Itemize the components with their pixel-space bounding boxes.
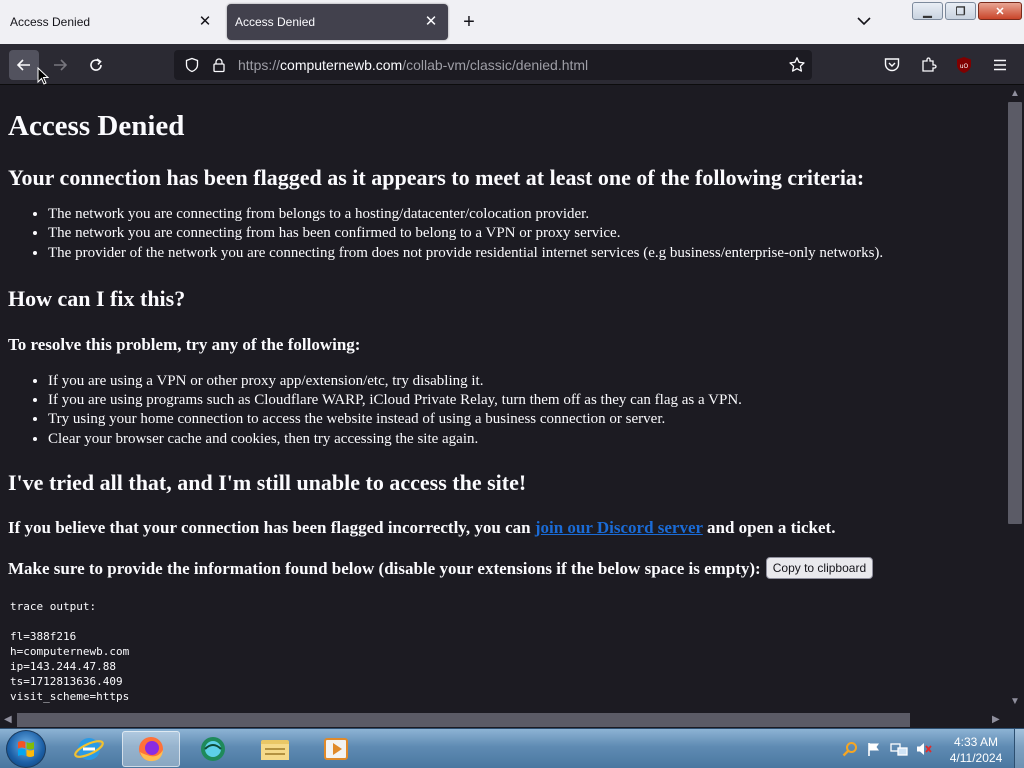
media-player-icon <box>324 738 348 760</box>
trace-line: ts=1712813636.409 <box>10 675 123 689</box>
tab-strip: Access Denied ✕ Access Denied ✕ + ▁ ❐ ✕ <box>0 0 1024 44</box>
list-item: Clear your browser cache and cookies, th… <box>48 430 998 449</box>
menu-hamburger-icon[interactable] <box>990 55 1010 75</box>
trace-label: trace output: <box>10 600 97 614</box>
list-item: If you are using programs such as Cloudf… <box>48 391 998 410</box>
firefox-icon <box>139 737 163 762</box>
vertical-scroll-thumb[interactable] <box>1008 102 1022 524</box>
scroll-up-arrow-icon[interactable]: ▲ <box>1010 88 1020 99</box>
list-all-tabs-button[interactable] <box>853 10 875 32</box>
list-item: The network you are connecting from has … <box>48 224 998 243</box>
tab-title: Access Denied <box>10 15 91 29</box>
restore-button[interactable]: ❐ <box>945 2 976 20</box>
clock-time: 4:33 AM <box>953 735 999 749</box>
tab-access-denied-2[interactable]: Access Denied ✕ <box>227 4 448 40</box>
trace-line: fl=388f216 <box>10 630 77 644</box>
list-item: The network you are connecting from belo… <box>48 205 998 224</box>
tab-access-denied-1[interactable]: Access Denied ✕ <box>0 4 222 40</box>
search-tray-icon[interactable] <box>842 741 858 757</box>
url-host: computernewb.com <box>280 57 403 73</box>
close-tab-icon[interactable]: ✕ <box>422 13 440 31</box>
horizontal-scroll-thumb[interactable] <box>17 713 910 727</box>
horizontal-scrollbar[interactable]: ◀ ▶ <box>0 712 1006 728</box>
lock-icon[interactable] <box>211 57 227 78</box>
restore-icon: ❐ <box>955 5 966 18</box>
page-content: Access Denied Your connection has been f… <box>0 86 1006 712</box>
taskbar: 4:33 AM 4/11/2024 <box>0 728 1024 768</box>
address-bar[interactable]: https://computernewb.com/collab-vm/class… <box>174 50 812 80</box>
taskbar-file-explorer[interactable] <box>246 731 304 767</box>
taskbar-firefox[interactable] <box>122 731 180 767</box>
arrow-left-icon <box>16 59 30 71</box>
url-scheme: https:// <box>238 57 281 73</box>
windows-logo-icon <box>18 741 34 757</box>
forward-button[interactable] <box>45 50 75 80</box>
trace-line: visit_scheme=https <box>10 690 130 704</box>
volume-muted-icon[interactable] <box>915 741 933 757</box>
criteria-list: The network you are connecting from belo… <box>8 205 998 263</box>
show-desktop-button[interactable] <box>1014 729 1024 768</box>
new-tab-button[interactable]: + <box>457 10 481 34</box>
taskbar-internet-explorer[interactable] <box>60 731 118 767</box>
close-window-button[interactable]: ✕ <box>978 2 1022 20</box>
close-icon: ✕ <box>995 5 1005 18</box>
taskbar-messenger[interactable] <box>184 731 242 767</box>
vertical-scrollbar[interactable]: ▲ ▼ <box>1006 86 1024 712</box>
url-path: /collab-vm/classic/denied.html <box>402 57 589 73</box>
svg-text:uO: uO <box>960 63 969 70</box>
flagged-heading: Your connection has been flagged as it a… <box>8 165 865 190</box>
incorrect-flag-text: If you believe that your connection has … <box>8 517 998 538</box>
window-controls: ▁ ❐ ✕ <box>912 2 1022 20</box>
minimize-button[interactable]: ▁ <box>912 2 943 20</box>
reload-button[interactable] <box>81 50 111 80</box>
mouse-cursor-icon <box>37 67 49 85</box>
system-clock[interactable]: 4:33 AM 4/11/2024 <box>940 734 1012 766</box>
pocket-icon[interactable] <box>882 55 902 75</box>
page-title: Access Denied <box>8 110 185 142</box>
minimize-icon: ▁ <box>923 5 932 18</box>
trace-line: h=computernewb.com <box>10 645 130 659</box>
network-tray-icon[interactable] <box>890 741 908 757</box>
scroll-down-arrow-icon[interactable]: ▼ <box>1010 696 1020 707</box>
trace-output: trace output: fl=388f216 h=computernewb.… <box>10 599 998 704</box>
clock-date: 4/11/2024 <box>949 751 1003 765</box>
folder-icon <box>261 740 289 760</box>
discord-link[interactable]: join our Discord server <box>535 518 703 537</box>
copy-to-clipboard-button[interactable]: Copy to clipboard <box>765 557 874 580</box>
extensions-puzzle-icon[interactable] <box>919 55 939 75</box>
trace-line: ip=143.244.47.88 <box>10 660 116 674</box>
bookmark-star-icon[interactable] <box>788 56 806 79</box>
arrow-right-icon <box>54 59 68 71</box>
back-button[interactable] <box>9 50 39 80</box>
list-item: If you are using a VPN or other proxy ap… <box>48 372 998 391</box>
list-item: The provider of the network you are conn… <box>48 244 998 263</box>
scroll-right-arrow-icon[interactable]: ▶ <box>992 714 1000 725</box>
info-line: Make sure to provide the information fou… <box>8 557 998 580</box>
navigation-toolbar: https://computernewb.com/collab-vm/class… <box>0 44 1024 85</box>
scrollbar-corner <box>1006 712 1024 728</box>
scroll-left-arrow-icon[interactable]: ◀ <box>4 714 12 725</box>
info-text: Make sure to provide the information fou… <box>8 558 761 578</box>
url-text[interactable]: https://computernewb.com/collab-vm/class… <box>238 57 588 73</box>
chevron-down-icon <box>857 17 871 26</box>
fixes-list: If you are using a VPN or other proxy ap… <box>8 372 998 449</box>
list-item: Try using your home connection to access… <box>48 410 998 429</box>
reload-icon <box>90 58 102 71</box>
resolve-heading: To resolve this problem, try any of the … <box>8 334 361 354</box>
incorrect-suffix: and open a ticket. <box>702 518 836 538</box>
close-tab-icon[interactable]: ✕ <box>196 13 214 31</box>
tried-heading: I've tried all that, and I'm still unabl… <box>8 470 527 496</box>
tracking-protection-shield-icon[interactable] <box>184 57 200 78</box>
messenger-icon <box>201 737 225 761</box>
taskbar-media-player[interactable] <box>308 731 366 767</box>
ublock-origin-icon[interactable]: uO <box>954 55 974 75</box>
tab-title: Access Denied <box>235 15 316 29</box>
start-button[interactable] <box>6 730 46 768</box>
action-center-flag-icon[interactable] <box>866 741 882 757</box>
incorrect-prefix: If you believe that your connection has … <box>8 518 535 538</box>
internet-explorer-icon <box>74 738 104 760</box>
fix-heading: How can I fix this? <box>8 285 186 311</box>
